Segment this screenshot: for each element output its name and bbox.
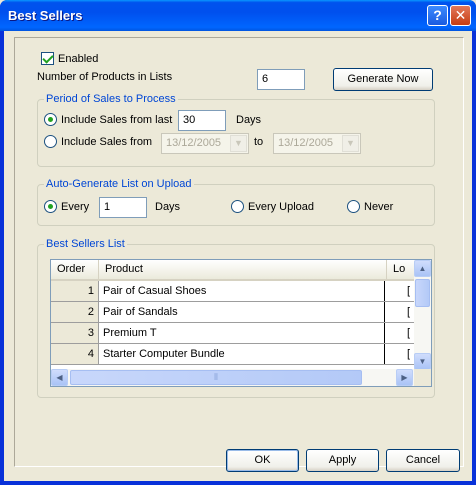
scroll-up-icon[interactable]: ▲ — [414, 260, 431, 277]
table-row[interactable]: 4 Starter Computer Bundle [ — [51, 344, 415, 365]
best-sellers-group: Best Sellers List Order Product Lo 1 Pai… — [37, 238, 435, 398]
from-date-dropdown-icon[interactable]: ▼ — [230, 135, 247, 152]
to-label: to — [254, 136, 264, 148]
num-products-input[interactable]: 6 — [257, 69, 305, 90]
include-last-days-label: Days — [236, 114, 262, 126]
num-products-label: Number of Products in Lists — [37, 71, 173, 83]
autogen-days-label: Days — [155, 201, 181, 213]
row-product[interactable]: Pair of Casual Shoes — [99, 281, 385, 301]
best-sellers-grid[interactable]: Order Product Lo 1 Pair of Casual Shoes … — [50, 259, 432, 387]
row-product[interactable]: Premium T — [99, 323, 385, 343]
column-header-lo[interactable]: Lo — [387, 260, 415, 279]
grid-header: Order Product Lo — [51, 260, 415, 281]
include-last-days-input[interactable]: 30 — [178, 110, 226, 131]
scroll-down-icon[interactable]: ▼ — [414, 353, 431, 370]
row-lo[interactable]: [ — [387, 281, 415, 301]
row-order: 3 — [51, 323, 99, 343]
row-lo[interactable]: [ — [387, 344, 415, 364]
generate-now-button[interactable]: Generate Now — [333, 68, 433, 91]
to-date-combo[interactable]: 13/12/2005 ▼ — [273, 133, 361, 154]
row-order: 4 — [51, 344, 99, 364]
from-date-value: 13/12/2005 — [166, 137, 222, 149]
every-upload-radio[interactable] — [231, 200, 244, 213]
include-from-radio[interactable] — [44, 135, 57, 148]
period-group-title: Period of Sales to Process — [44, 93, 178, 105]
never-label: Never — [364, 201, 394, 213]
cancel-button[interactable]: Cancel — [386, 449, 460, 472]
title-bar[interactable]: Best Sellers ? ✕ — [0, 0, 476, 31]
period-group: Period of Sales to Process Include Sales… — [37, 93, 435, 167]
scroll-corner — [414, 369, 431, 386]
from-date-combo[interactable]: 13/12/2005 ▼ — [161, 133, 249, 154]
ok-button[interactable]: OK — [226, 449, 299, 472]
row-order: 1 — [51, 281, 99, 301]
window-title: Best Sellers — [8, 8, 83, 23]
to-date-value: 13/12/2005 — [278, 137, 334, 149]
never-radio[interactable] — [347, 200, 360, 213]
row-lo[interactable]: [ — [387, 323, 415, 343]
table-row[interactable]: 2 Pair of Sandals [ — [51, 302, 415, 323]
autogen-group: Auto-Generate List on Upload Every 1 Day… — [37, 178, 435, 226]
row-lo[interactable]: [ — [387, 302, 415, 322]
dialog-client: Enabled Number of Products in Lists 6 Ge… — [4, 31, 472, 481]
autogen-every-label: Every — [61, 201, 90, 213]
close-icon: ✕ — [454, 7, 467, 23]
best-sellers-window: Best Sellers ? ✕ Enabled Number of Produ… — [0, 0, 476, 485]
table-row[interactable]: 3 Premium T [ — [51, 323, 415, 344]
scroll-right-icon[interactable]: ▶ — [396, 369, 413, 386]
vertical-scroll-thumb[interactable] — [415, 279, 430, 307]
best-sellers-group-title: Best Sellers List — [44, 238, 127, 250]
every-upload-label: Every Upload — [248, 201, 315, 213]
table-row[interactable]: 1 Pair of Casual Shoes [ — [51, 281, 415, 302]
autogen-every-radio[interactable] — [44, 200, 57, 213]
enabled-label: Enabled — [58, 53, 99, 65]
settings-panel: Enabled Number of Products in Lists 6 Ge… — [14, 37, 464, 467]
row-product[interactable]: Pair of Sandals — [99, 302, 385, 322]
scroll-left-icon[interactable]: ◀ — [51, 369, 68, 386]
row-order: 2 — [51, 302, 99, 322]
vertical-scrollbar[interactable]: ▲ ▼ — [414, 260, 431, 370]
scroll-grip-icon: ⦀ — [214, 372, 218, 382]
help-button[interactable]: ? — [427, 5, 448, 26]
include-from-label: Include Sales from — [61, 136, 153, 148]
include-last-label: Include Sales from last — [61, 114, 173, 126]
autogen-every-input[interactable]: 1 — [99, 197, 147, 218]
close-button[interactable]: ✕ — [450, 5, 471, 26]
include-last-radio[interactable] — [44, 113, 57, 126]
column-header-product[interactable]: Product — [99, 260, 387, 279]
column-header-order[interactable]: Order — [51, 260, 99, 279]
enabled-checkbox[interactable] — [41, 52, 54, 65]
horizontal-scroll-thumb[interactable]: ⦀ — [70, 370, 362, 385]
row-product[interactable]: Starter Computer Bundle — [99, 344, 385, 364]
horizontal-scrollbar[interactable]: ◀ ⦀ ▶ — [51, 369, 415, 386]
to-date-dropdown-icon[interactable]: ▼ — [342, 135, 359, 152]
apply-button[interactable]: Apply — [306, 449, 379, 472]
autogen-group-title: Auto-Generate List on Upload — [44, 178, 194, 190]
